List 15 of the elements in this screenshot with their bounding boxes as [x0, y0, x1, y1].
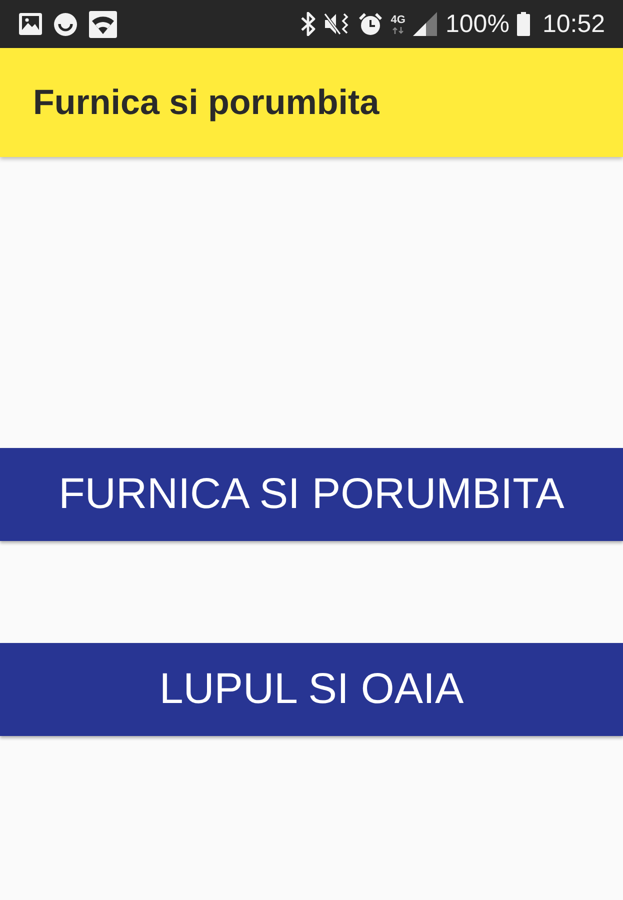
- muted-vibrate-icon: [324, 12, 350, 36]
- alarm-clock-icon: [358, 12, 383, 36]
- network-type-label: 4G: [390, 14, 406, 26]
- image-icon: [19, 13, 42, 35]
- story-button[interactable]: LUPUL SI OAIA: [0, 643, 623, 736]
- story-button[interactable]: FURNICA SI PORUMBITA: [0, 448, 623, 541]
- bluetooth-icon: [300, 12, 316, 36]
- wifi-icon: [89, 10, 117, 38]
- battery-percent: 100%: [445, 12, 510, 36]
- battery-icon: [517, 12, 530, 36]
- clock-time: 10:52: [542, 12, 605, 36]
- app-title: Furnica si porumbita: [33, 82, 380, 122]
- smiley-icon: [54, 12, 77, 36]
- signal-icon: [413, 12, 438, 36]
- data-arrows-icon: [392, 26, 404, 34]
